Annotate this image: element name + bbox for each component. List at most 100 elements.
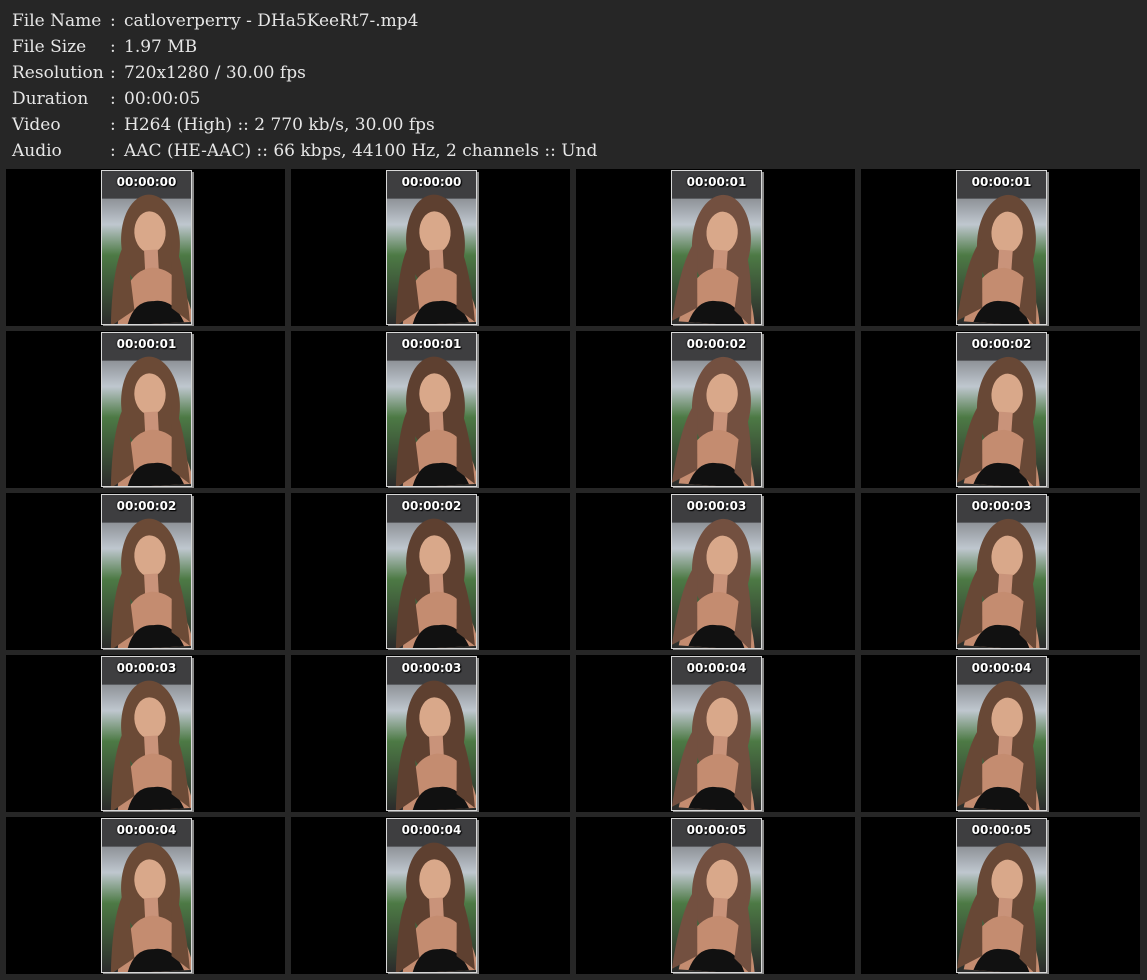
video-frame-thumbnail[interactable]: 00:00:01 [671,170,762,325]
info-value: H264 (High) :: 2 770 kb/s, 30.00 fps [124,115,435,135]
info-separator: : [110,89,116,109]
video-frame-thumbnail[interactable]: 00:00:02 [101,494,192,649]
frame-image [387,495,476,648]
frame-image [672,333,761,486]
info-value: 1.97 MB [124,37,198,57]
frame-image [672,171,761,324]
video-frame-thumbnail[interactable]: 00:00:03 [386,656,477,811]
file-info-panel: File Name : catloverperry - DHa5KeeRt7-.… [12,8,1132,164]
frame-image [672,819,761,972]
thumbnail-cell: 00:00:01 [291,331,570,488]
frame-timestamp: 00:00:03 [686,499,747,513]
video-frame-thumbnail[interactable]: 00:00:03 [956,494,1047,649]
video-frame-thumbnail[interactable]: 00:00:04 [101,818,192,973]
thumbnail-grid: 00:00:00 00:00:00 00:00:01 00:00:01 00:00:01… [6,169,1141,976]
video-frame-thumbnail[interactable]: 00:00:04 [956,656,1047,811]
thumbnail-cell: 00:00:04 [861,655,1140,812]
video-frame-thumbnail[interactable]: 00:00:04 [671,656,762,811]
video-frame-thumbnail[interactable]: 00:00:02 [956,332,1047,487]
video-frame-thumbnail[interactable]: 00:00:00 [101,170,192,325]
thumbnail-cell: 00:00:02 [6,493,285,650]
frame-image [387,819,476,972]
info-value: 720x1280 / 30.00 fps [124,63,306,83]
frame-timestamp: 00:00:02 [971,337,1032,351]
thumbnail-cell: 00:00:00 [291,169,570,326]
thumbnail-cell: 00:00:01 [6,331,285,488]
frame-timestamp: 00:00:04 [971,661,1032,675]
info-row-resolution: Resolution : 720x1280 / 30.00 fps [12,60,1132,86]
frame-image [387,333,476,486]
frame-image [102,657,191,810]
thumbnail-cell: 00:00:03 [576,493,855,650]
frame-image [672,657,761,810]
thumbnail-cell: 00:00:02 [861,331,1140,488]
info-value: AAC (HE-AAC) :: 66 kbps, 44100 Hz, 2 cha… [124,141,598,161]
video-frame-thumbnail[interactable]: 00:00:03 [671,494,762,649]
info-row-video: Video : H264 (High) :: 2 770 kb/s, 30.00… [12,112,1132,138]
frame-timestamp: 00:00:02 [686,337,747,351]
frame-image [102,333,191,486]
video-frame-thumbnail[interactable]: 00:00:05 [956,818,1047,973]
frame-image [957,819,1046,972]
video-frame-thumbnail[interactable]: 00:00:02 [386,494,477,649]
thumbnail-cell: 00:00:04 [576,655,855,812]
info-separator: : [110,37,116,57]
frame-timestamp: 00:00:00 [116,175,177,189]
info-row-duration: Duration : 00:00:05 [12,86,1132,112]
frame-image [387,657,476,810]
frame-timestamp: 00:00:00 [401,175,462,189]
video-frame-thumbnail[interactable]: 00:00:01 [101,332,192,487]
info-value: 00:00:05 [124,89,201,109]
frame-timestamp: 00:00:02 [116,499,177,513]
frame-image [102,819,191,972]
info-separator: : [110,115,116,135]
video-frame-thumbnail[interactable]: 00:00:02 [671,332,762,487]
frame-timestamp: 00:00:01 [971,175,1032,189]
thumbnail-cell: 00:00:02 [576,331,855,488]
frame-image [387,171,476,324]
thumbnail-cell: 00:00:01 [576,169,855,326]
info-row-audio: Audio : AAC (HE-AAC) :: 66 kbps, 44100 H… [12,138,1132,164]
video-frame-thumbnail[interactable]: 00:00:01 [386,332,477,487]
thumbnail-cell: 00:00:03 [291,655,570,812]
thumbnail-cell: 00:00:04 [291,817,570,974]
thumbnail-cell: 00:00:05 [861,817,1140,974]
video-frame-thumbnail[interactable]: 00:00:04 [386,818,477,973]
frame-timestamp: 00:00:01 [116,337,177,351]
thumbnail-cell: 00:00:01 [861,169,1140,326]
frame-image [957,657,1046,810]
info-separator: : [110,141,116,161]
thumbnail-cell: 00:00:02 [291,493,570,650]
frame-timestamp: 00:00:03 [971,499,1032,513]
info-label: Audio [12,141,62,161]
info-label: File Size [12,37,87,57]
video-frame-thumbnail[interactable]: 00:00:05 [671,818,762,973]
frame-timestamp: 00:00:04 [686,661,747,675]
info-label: Duration [12,89,89,109]
frame-timestamp: 00:00:02 [401,499,462,513]
video-frame-thumbnail[interactable]: 00:00:03 [101,656,192,811]
frame-timestamp: 00:00:05 [686,823,747,837]
frame-timestamp: 00:00:03 [401,661,462,675]
video-frame-thumbnail[interactable]: 00:00:01 [956,170,1047,325]
frame-timestamp: 00:00:01 [401,337,462,351]
info-label: Resolution [12,63,104,83]
thumbnail-cell: 00:00:00 [6,169,285,326]
frame-timestamp: 00:00:04 [401,823,462,837]
thumbnail-cell: 00:00:03 [6,655,285,812]
frame-timestamp: 00:00:03 [116,661,177,675]
info-row-file-size: File Size : 1.97 MB [12,34,1132,60]
frame-image [957,333,1046,486]
thumbnail-cell: 00:00:03 [861,493,1140,650]
frame-image [102,495,191,648]
thumbnail-cell: 00:00:04 [6,817,285,974]
info-label: File Name [12,11,102,31]
frame-timestamp: 00:00:01 [686,175,747,189]
info-value: catloverperry - DHa5KeeRt7-.mp4 [124,11,419,31]
thumbnail-cell: 00:00:05 [576,817,855,974]
frame-image [957,171,1046,324]
frame-timestamp: 00:00:04 [116,823,177,837]
frame-image [672,495,761,648]
frame-image [102,171,191,324]
video-frame-thumbnail[interactable]: 00:00:00 [386,170,477,325]
